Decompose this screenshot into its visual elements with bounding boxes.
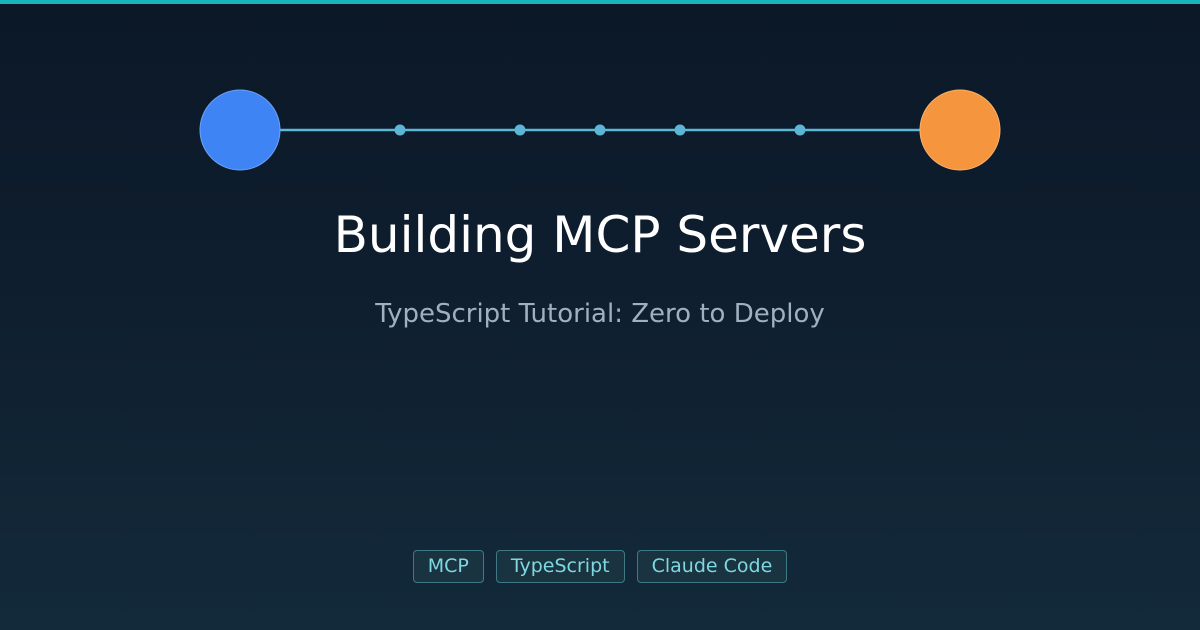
connection-diagram <box>199 89 1001 171</box>
page-title: Building MCP Servers <box>333 206 867 264</box>
tag-typescript: TypeScript <box>495 550 625 583</box>
waypoint-dot <box>794 124 806 136</box>
waypoint-dot <box>674 124 686 136</box>
waypoint-dot <box>514 124 526 136</box>
page-subtitle: TypeScript Tutorial: Zero to Deploy <box>375 299 825 329</box>
tag-list: MCP TypeScript Claude Code <box>0 550 1200 583</box>
start-node-circle <box>199 89 281 171</box>
end-node-circle <box>919 89 1001 171</box>
waypoint-dot <box>594 124 606 136</box>
tag-mcp: MCP <box>412 550 484 583</box>
waypoint-dot <box>394 124 406 136</box>
tag-claude-code: Claude Code <box>636 550 788 583</box>
